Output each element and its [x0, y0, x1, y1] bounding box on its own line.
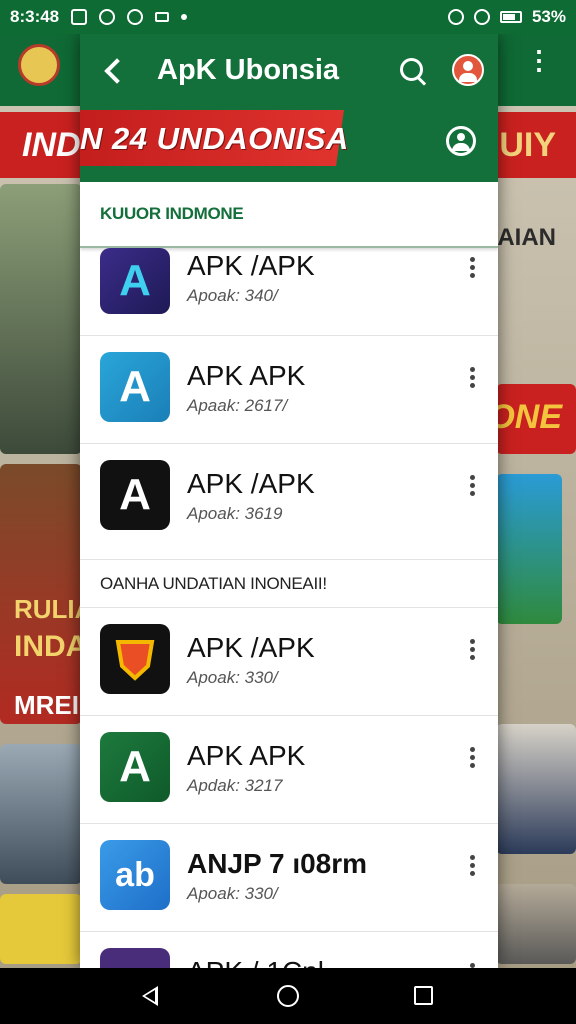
keyboard-icon	[155, 12, 170, 22]
item-subtitle: Apoak: 330/	[187, 884, 278, 903]
shield-icon	[115, 640, 155, 681]
background-more-icon[interactable]: ⋮	[526, 47, 552, 73]
list-item[interactable]: A APK APK Apaak: 2617/	[80, 336, 498, 444]
list-item[interactable]: A APK /APK Apoak: 340/	[80, 248, 498, 336]
alarm-icon	[447, 9, 464, 25]
item-subtitle: Apdak: 3217	[187, 776, 283, 795]
list-item[interactable]: ab ANJP 7 ı08rm Apoak: 330/	[80, 824, 498, 932]
app-notification-icon	[99, 9, 116, 25]
app-icon: A	[100, 352, 170, 422]
item-title: APK / 1Cnl	[187, 956, 324, 968]
background-left-column: RULIA INDA MREI	[0, 184, 93, 964]
item-title: APK APK	[187, 740, 306, 771]
notification-icon	[71, 9, 88, 25]
battery-icon	[499, 11, 522, 23]
more-vert-icon[interactable]	[462, 960, 482, 968]
background-right-column: DAIAN ONE	[480, 184, 576, 964]
section-header: KUUOR INDMONE	[80, 182, 498, 248]
back-arrow-icon[interactable]	[98, 52, 132, 90]
more-vert-icon[interactable]	[462, 852, 482, 882]
sub-section-header: OANHA UNDATIAN INONEAII!	[80, 560, 498, 608]
app-icon	[100, 948, 170, 968]
background-tile-yellow	[0, 894, 82, 964]
sub-section-title: OANHA UNDATIAN INONEAII!	[100, 573, 327, 593]
list-item[interactable]: APK / 1Cnl	[80, 932, 498, 968]
background-text-5: ONE	[488, 398, 562, 436]
item-title: APK APK	[187, 360, 306, 391]
item-title: APK /APK	[187, 250, 315, 281]
navigation-bar	[0, 968, 576, 1024]
more-vert-icon[interactable]	[462, 636, 482, 666]
dot-icon	[181, 14, 188, 20]
app-icon	[100, 624, 170, 694]
background-photo-officer	[496, 724, 576, 854]
background-text-2: INDA	[14, 630, 88, 663]
background-tile-app	[496, 474, 562, 624]
panel-title: ApK Ubonsia	[157, 54, 340, 86]
search-icon[interactable]	[398, 56, 428, 86]
item-subtitle: Apoak: 330/	[187, 668, 278, 687]
more-vert-icon[interactable]	[462, 364, 482, 394]
app-icon: A	[100, 248, 170, 314]
item-title: APK /APK	[187, 468, 315, 499]
background-photo-gamer	[0, 744, 82, 884]
app-icon: ab	[100, 840, 170, 910]
messenger-icon	[127, 9, 144, 25]
phone-screen: 8:3:48 53% ⋮ INDN SUIY RULIA INDA MREI D…	[0, 0, 576, 1024]
profile-icon[interactable]	[452, 54, 484, 86]
item-title: ANJP 7 ı08rm	[187, 848, 368, 879]
background-photo-soldiers	[0, 184, 82, 454]
item-title: APK /APK	[187, 632, 315, 663]
nav-back-icon[interactable]	[142, 986, 158, 1006]
app-icon: A	[100, 460, 170, 530]
status-bar: 8:3:48 53%	[0, 0, 576, 34]
list-item[interactable]: A APK APK Apdak: 3217	[80, 716, 498, 824]
item-subtitle: Apoak: 340/	[187, 286, 278, 305]
panel-header: ApK Ubonsia N 24 UNDAONISA	[80, 34, 498, 182]
app-logo-icon	[18, 44, 60, 86]
status-time: 8:3:48	[10, 7, 60, 26]
background-photo-soldier-2	[496, 884, 576, 964]
more-vert-icon[interactable]	[462, 472, 482, 502]
apk-list-panel: ApK Ubonsia N 24 UNDAONISA KUUOR INDMONE…	[80, 34, 498, 968]
background-text-3: MREI	[14, 690, 79, 720]
promo-banner-text: N 24 UNDAONISA	[80, 121, 349, 156]
list-item[interactable]: A APK /APK Apoak: 3619	[80, 444, 498, 560]
app-icon: A	[100, 732, 170, 802]
more-vert-icon[interactable]	[462, 254, 482, 284]
more-vert-icon[interactable]	[462, 744, 482, 774]
list-item[interactable]: APK /APK Apoak: 330/	[80, 608, 498, 716]
nav-recents-icon[interactable]	[414, 986, 433, 1005]
user-icon[interactable]	[446, 126, 476, 156]
battery-level: 53%	[531, 7, 566, 26]
section-title: KUUOR INDMONE	[100, 204, 244, 223]
nav-home-icon[interactable]	[277, 985, 299, 1007]
item-subtitle: Apaak: 2617/	[187, 396, 288, 415]
item-subtitle: Apoak: 3619	[187, 504, 283, 523]
wifi-icon	[473, 9, 490, 25]
